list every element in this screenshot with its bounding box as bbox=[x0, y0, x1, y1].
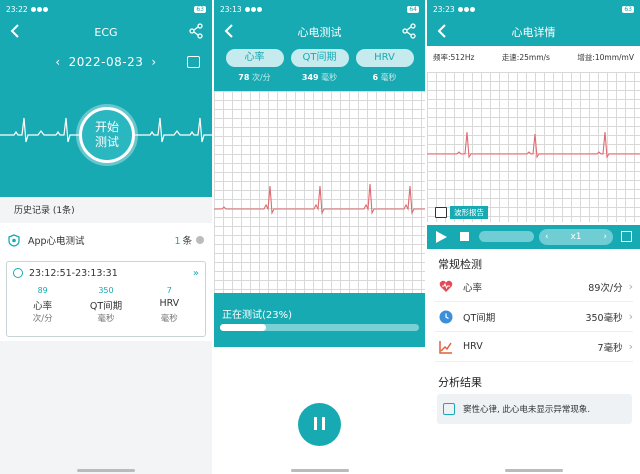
nav-bar: 心电测试 bbox=[214, 18, 425, 46]
metric-hrv: 7 HRV 毫秒 bbox=[159, 286, 180, 324]
heart-rate-live: 78 次/分 bbox=[238, 73, 271, 82]
analysis-result: 窦性心律, 此心电未显示异常现象. bbox=[437, 394, 632, 424]
fullscreen-icon[interactable] bbox=[621, 231, 632, 242]
nav-bar: 心电详情 bbox=[427, 18, 640, 46]
recording-params: 频率:512Hz 走速:25mm/s 增益:10mm/mV bbox=[427, 52, 640, 63]
home-indicator[interactable] bbox=[77, 469, 135, 472]
qt-interval-live: 349 毫秒 bbox=[301, 73, 338, 82]
hrv-live: 6 毫秒 bbox=[372, 73, 397, 82]
ecg-home-screen: 23:22 63 ECG ‹ 2022-08-23 › 开始 测试 历史记录 (… bbox=[0, 0, 212, 474]
fast-forward-icon[interactable]: » bbox=[193, 268, 199, 279]
metric-heart-rate: 89 心率 次/分 bbox=[32, 286, 53, 324]
play-icon[interactable] bbox=[436, 231, 447, 243]
routine-title: 常规检测 bbox=[438, 258, 482, 271]
detail-header: 23:23 63 心电详情 bbox=[427, 0, 640, 46]
chevron-right-icon: › bbox=[628, 280, 633, 293]
tab-heart-rate[interactable]: 心率 bbox=[225, 49, 284, 67]
clock-icon bbox=[439, 310, 453, 324]
record-card[interactable]: 23:12:51-23:13:31 » 89 心率 次/分 350 QT间期 毫… bbox=[6, 261, 206, 337]
metric-tabs: 心率 QT间期 HRV bbox=[214, 49, 425, 67]
waveform-report-label: 波形报告 bbox=[450, 206, 488, 219]
gain: 增益:10mm/mV bbox=[577, 53, 634, 62]
pause-icon bbox=[314, 417, 317, 430]
record-metrics: 89 心率 次/分 350 QT间期 毫秒 7 HRV 毫秒 bbox=[7, 284, 205, 324]
ecg-grid bbox=[214, 91, 425, 293]
speed-up-button[interactable]: › bbox=[603, 232, 607, 242]
chevron-right-icon: › bbox=[628, 310, 633, 323]
ecg-decoration bbox=[0, 117, 212, 143]
ecg-grid bbox=[427, 72, 640, 222]
tab-hrv[interactable]: HRV bbox=[355, 49, 414, 67]
ecg-test-screen: 23:13 64 心电测试 心率 QT间期 HRV 78 次/分 349 毫秒 … bbox=[214, 0, 425, 474]
chevron-right-icon: › bbox=[628, 340, 633, 353]
status-bar: 23:23 63 bbox=[433, 4, 634, 14]
status-bar: 23:13 64 bbox=[220, 4, 419, 14]
ecg-header: 23:22 63 ECG ‹ 2022-08-23 › 开始 测试 bbox=[0, 0, 212, 197]
home-indicator[interactable] bbox=[290, 469, 349, 472]
hrv-icon bbox=[439, 340, 453, 354]
waveform-report-tag[interactable]: 波形报告 bbox=[435, 206, 488, 219]
routine-hrv[interactable]: HRV 7毫秒 › bbox=[435, 332, 633, 362]
sample-rate: 频率:512Hz bbox=[433, 53, 475, 62]
metric-qt-interval: 350 QT间期 毫秒 bbox=[89, 286, 123, 324]
chevron-down-icon[interactable] bbox=[196, 236, 204, 244]
ecg-detail-screen: 23:23 63 心电详情 频率:512Hz 走速:25mm/s 增益:10mm… bbox=[427, 0, 640, 474]
home-indicator[interactable] bbox=[504, 469, 563, 472]
app-test-label: App心电测试 bbox=[28, 236, 85, 247]
back-arrow-icon[interactable] bbox=[222, 22, 238, 40]
history-label: 历史记录 (1条) bbox=[0, 197, 212, 221]
playback-scrubber[interactable] bbox=[479, 231, 534, 242]
stop-icon[interactable] bbox=[460, 232, 469, 241]
speed-label: x1 bbox=[570, 232, 582, 242]
share-icon[interactable] bbox=[401, 23, 417, 39]
shield-icon bbox=[8, 233, 20, 247]
playback-bar: ‹ x1 › bbox=[427, 225, 640, 249]
routine-qt-interval[interactable]: QT间期 350毫秒 › bbox=[435, 302, 633, 332]
progress-bar bbox=[220, 324, 419, 331]
page-title: 心电详情 bbox=[511, 26, 556, 39]
routine-heart-rate[interactable]: 心率 89次/分 › bbox=[435, 272, 633, 302]
start-test-button[interactable]: 开始 测试 bbox=[79, 107, 135, 163]
routine-list: 心率 89次/分 › QT间期 350毫秒 › HRV 7毫秒 › bbox=[435, 272, 633, 362]
metric-values: 78 次/分 349 毫秒 6 毫秒 bbox=[214, 72, 425, 83]
tab-qt-interval[interactable]: QT间期 bbox=[290, 49, 349, 67]
progress-fill bbox=[220, 324, 266, 331]
speed-control: ‹ x1 › bbox=[539, 229, 613, 245]
record-count: 1条 bbox=[174, 236, 192, 247]
test-header: 23:13 64 心电测试 心率 QT间期 HRV 78 次/分 349 毫秒 … bbox=[214, 0, 425, 91]
ecg-waveform bbox=[214, 183, 425, 216]
app-test-card: App心电测试 1条 23:12:51-23:13:31 » 89 心率 次/分… bbox=[0, 223, 212, 341]
analysis-title: 分析结果 bbox=[438, 376, 482, 389]
pause-button[interactable] bbox=[298, 403, 341, 446]
back-arrow-icon[interactable] bbox=[435, 22, 451, 40]
report-icon bbox=[435, 207, 447, 218]
clock-icon bbox=[13, 268, 23, 278]
ecg-waveform bbox=[427, 131, 640, 159]
speed-down-button[interactable]: ‹ bbox=[545, 232, 549, 242]
analysis-text: 窦性心律, 此心电未显示异常现象. bbox=[463, 405, 591, 415]
heart-icon bbox=[439, 280, 453, 294]
app-test-header[interactable]: App心电测试 1条 bbox=[0, 223, 212, 257]
page-title: 心电测试 bbox=[297, 26, 342, 39]
analysis-icon bbox=[443, 403, 455, 415]
paper-speed: 走速:25mm/s bbox=[501, 53, 550, 62]
progress-label: 正在测试(23%) bbox=[222, 310, 293, 321]
progress-panel: 正在测试(23%) bbox=[214, 293, 425, 347]
record-time-range: 23:12:51-23:13:31 bbox=[29, 267, 118, 279]
